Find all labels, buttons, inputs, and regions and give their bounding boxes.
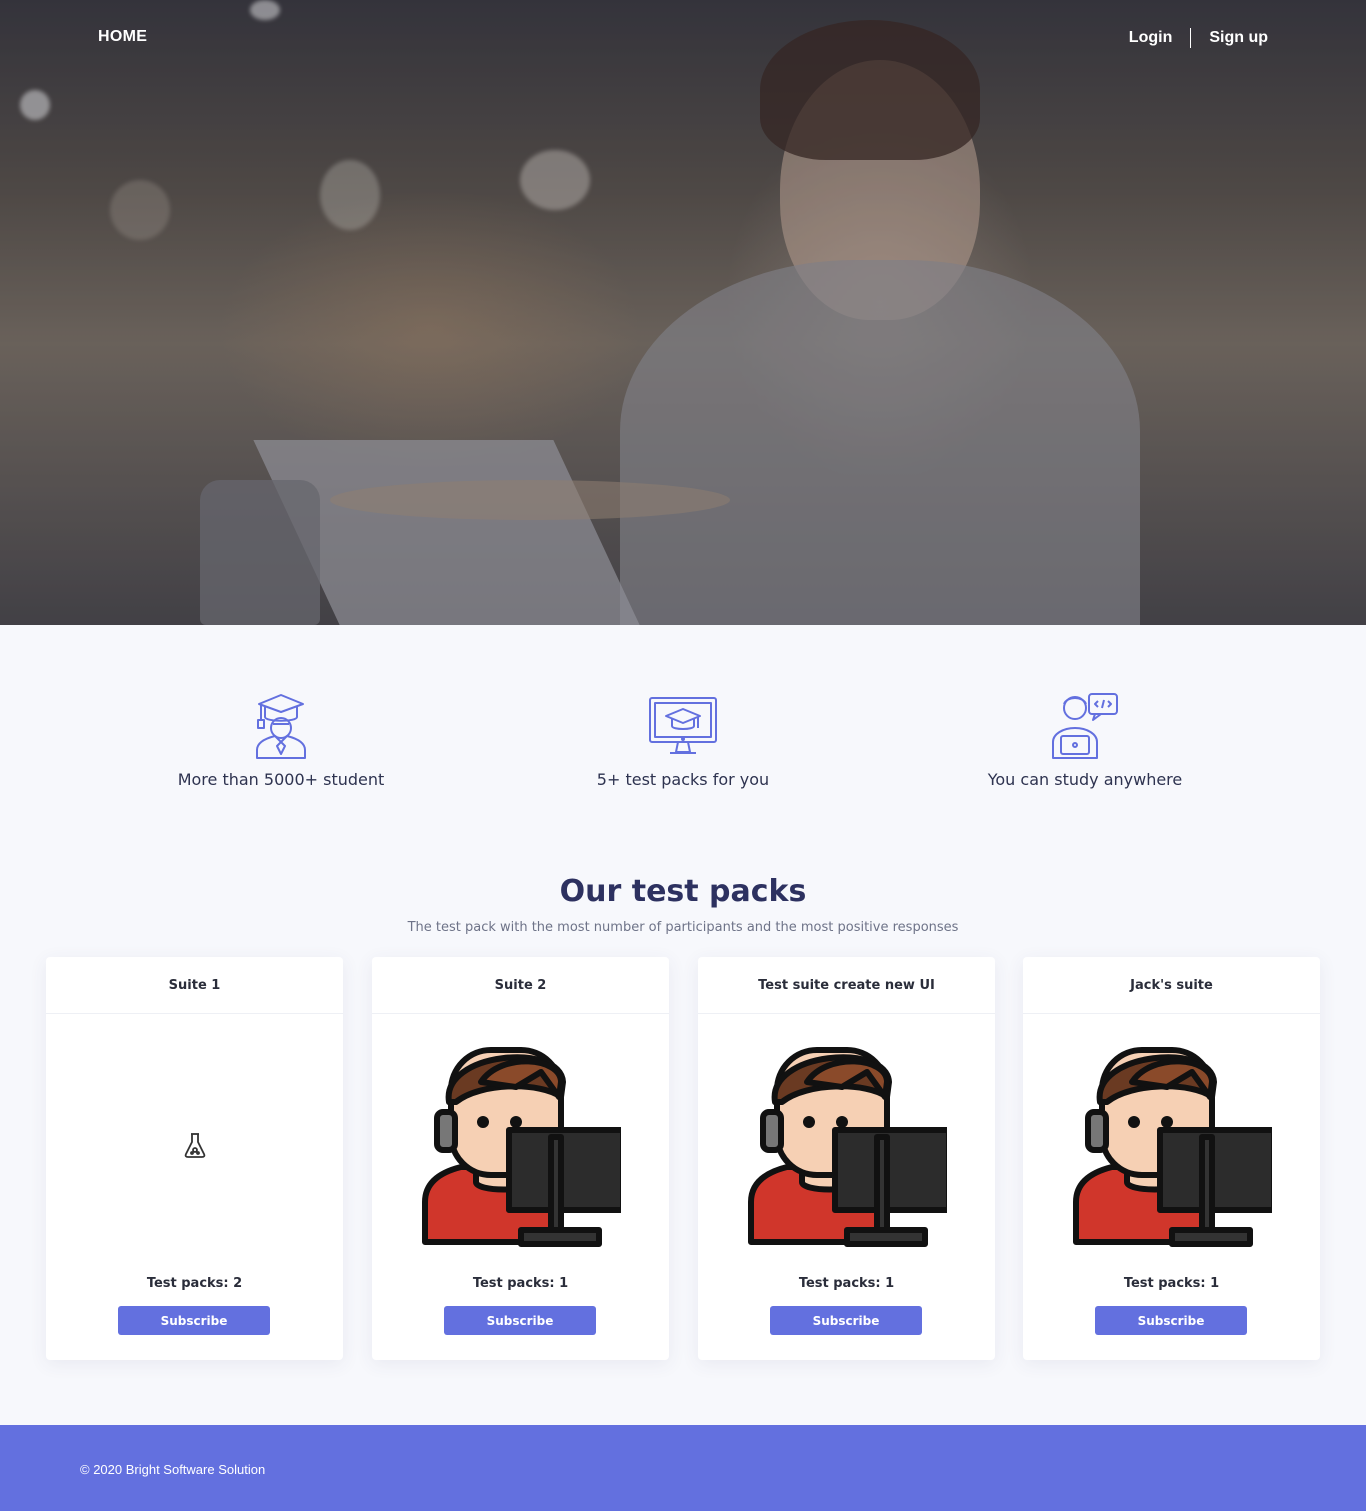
test-pack-card: Test suite create new UI Test packs: 1 S… — [698, 957, 995, 1360]
subscribe-button[interactable]: Subscribe — [118, 1306, 270, 1335]
monitor-graduation-icon — [649, 697, 717, 754]
nav-divider — [1190, 28, 1192, 48]
subscribe-button[interactable]: Subscribe — [1095, 1306, 1247, 1335]
feature-label: More than 5000+ student — [177, 770, 385, 789]
card-media — [46, 1037, 343, 1252]
card-title: Suite 1 — [46, 957, 343, 1014]
hero-banner: HOME Login Sign up — [0, 0, 1366, 625]
card-test-pack-count: Test packs: 1 — [798, 1276, 895, 1291]
flask-icon — [184, 1132, 205, 1158]
login-link[interactable]: Login — [1129, 29, 1173, 47]
feature-study-anywhere: You can study anywhere — [935, 690, 1235, 789]
footer-copyright: © 2020 Bright Software Solution — [80, 1462, 266, 1477]
test-pack-card: Suite 2 Test packs: 1 Subscribe — [372, 957, 669, 1360]
card-test-pack-count: Test packs: 2 — [146, 1276, 243, 1291]
graduate-icon — [256, 694, 306, 759]
developer-avatar-icon — [747, 1047, 947, 1247]
card-title: Suite 2 — [372, 957, 669, 1014]
developer-avatar-icon — [421, 1047, 621, 1247]
auth-nav: Login Sign up — [1129, 28, 1268, 48]
signup-link[interactable]: Sign up — [1209, 29, 1268, 47]
card-title: Jack's suite — [1023, 957, 1320, 1014]
card-test-pack-count: Test packs: 1 — [1123, 1276, 1220, 1291]
feature-test-packs: 5+ test packs for you — [533, 690, 833, 789]
test-pack-card: Jack's suite Test packs: 1 Subscribe — [1023, 957, 1320, 1360]
subscribe-button[interactable]: Subscribe — [770, 1306, 922, 1335]
test-pack-card: Suite 1 Test packs: 2 Subscribe — [46, 957, 343, 1360]
card-title: Test suite create new UI — [698, 957, 995, 1014]
feature-students: More than 5000+ student — [131, 690, 431, 789]
card-media — [698, 1037, 995, 1252]
card-media — [1023, 1037, 1320, 1252]
section-subtitle: The test pack with the most number of pa… — [407, 920, 959, 935]
section-title: Our test packs — [559, 874, 807, 909]
card-media — [372, 1037, 669, 1252]
nav-home-link[interactable]: HOME — [98, 28, 147, 46]
subscribe-button[interactable]: Subscribe — [444, 1306, 596, 1335]
developer-avatar-icon — [1072, 1047, 1272, 1247]
card-test-pack-count: Test packs: 1 — [472, 1276, 569, 1291]
footer: © 2020 Bright Software Solution — [0, 1425, 1366, 1511]
feature-label: 5+ test packs for you — [596, 770, 770, 789]
feature-label: You can study anywhere — [987, 770, 1183, 789]
features-row: More than 5000+ student 5+ test packs fo… — [0, 690, 1366, 810]
person-laptop-code-icon — [1052, 693, 1118, 759]
